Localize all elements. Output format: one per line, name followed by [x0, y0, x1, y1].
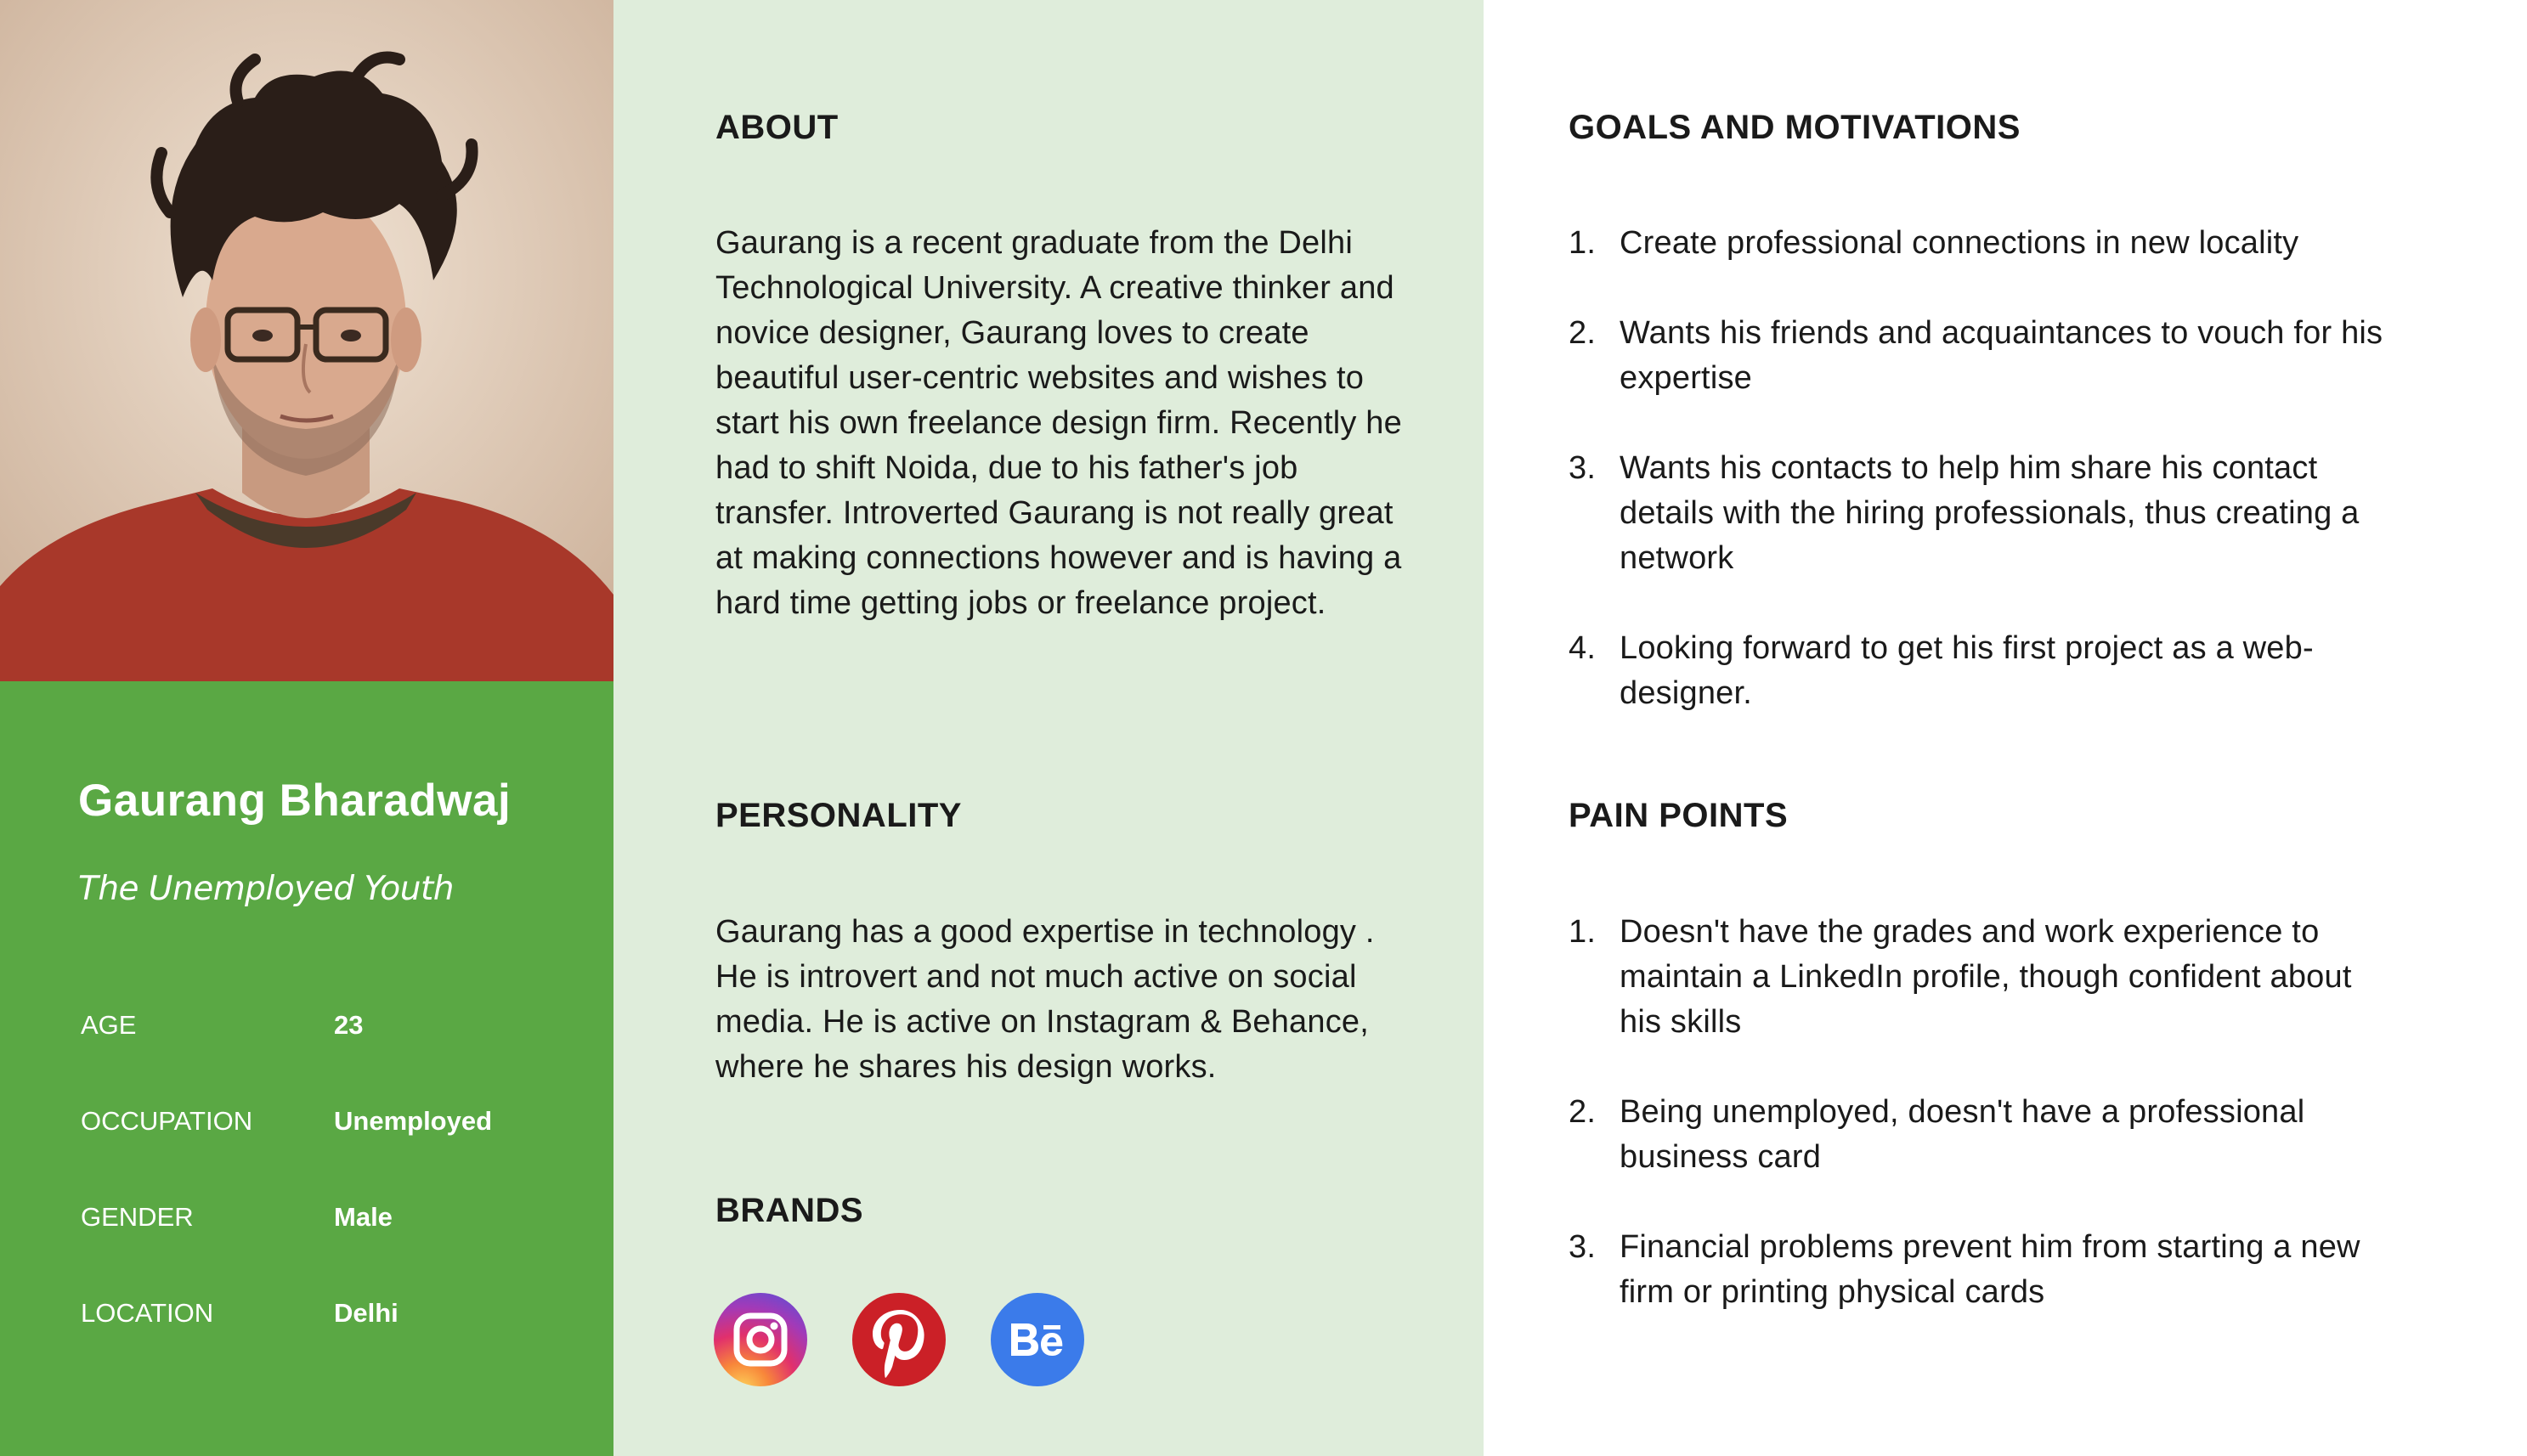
- pinterest-icon[interactable]: [852, 1293, 946, 1386]
- list-item-number: 3.: [1569, 450, 1597, 486]
- location-label: LOCATION: [81, 1298, 214, 1328]
- pain-points-list: 1. Doesn't have the grades and work expe…: [1569, 910, 2384, 1315]
- brands-heading: BRANDS: [715, 1192, 864, 1229]
- persona-sidebar: Gaurang Bharadwaj The Unemployed Youth A…: [0, 0, 613, 1456]
- location-value: Delhi: [334, 1298, 399, 1328]
- goals-heading: GOALS AND MOTIVATIONS: [1569, 109, 2021, 146]
- persona-tagline: The Unemployed Youth: [78, 870, 455, 908]
- gender-label: GENDER: [81, 1202, 194, 1232]
- personality-heading: PERSONALITY: [715, 797, 962, 834]
- list-item-text: Looking forward to get his first project…: [1620, 630, 2314, 711]
- personality-text: Gaurang has a good expertise in technolo…: [715, 914, 1375, 1085]
- age-value: 23: [334, 1010, 364, 1040]
- gender-value: Male: [334, 1202, 393, 1232]
- list-item: 1. Doesn't have the grades and work expe…: [1569, 910, 2384, 1045]
- persona-middle-column: ABOUT Gaurang is a recent graduate from …: [613, 0, 1484, 1456]
- persona-right-column: GOALS AND MOTIVATIONS 1. Create professi…: [1484, 0, 2527, 1456]
- list-item-text: Wants his contacts to help him share his…: [1620, 450, 2360, 576]
- list-item: 1. Create professional connections in ne…: [1569, 221, 2384, 266]
- pain-points-heading: PAIN POINTS: [1569, 797, 1789, 834]
- goals-list: 1. Create professional connections in ne…: [1569, 221, 2384, 716]
- about-text: Gaurang is a recent graduate from the De…: [715, 225, 1402, 621]
- occupation-label: OCCUPATION: [81, 1106, 253, 1136]
- age-label: AGE: [81, 1010, 137, 1040]
- list-item-number: 3.: [1569, 1229, 1597, 1265]
- instagram-icon[interactable]: [714, 1293, 807, 1386]
- behance-icon[interactable]: [991, 1293, 1084, 1386]
- list-item-text: Create professional connections in new l…: [1620, 225, 2299, 261]
- about-heading: ABOUT: [715, 109, 839, 146]
- profile-card: Gaurang Bharadwaj The Unemployed Youth A…: [0, 681, 613, 1456]
- list-item-number: 1.: [1569, 225, 1597, 261]
- portrait-illustration: [0, 0, 613, 681]
- list-item: 3. Financial problems prevent him from s…: [1569, 1225, 2384, 1315]
- list-item-text: Doesn't have the grades and work experie…: [1620, 914, 2352, 1040]
- list-item: 2. Being unemployed, doesn't have a prof…: [1569, 1090, 2384, 1180]
- list-item-text: Being unemployed, doesn't have a profess…: [1620, 1094, 2305, 1175]
- list-item: 3. Wants his contacts to help him share …: [1569, 446, 2384, 581]
- list-item-number: 2.: [1569, 1094, 1597, 1130]
- list-item-number: 4.: [1569, 630, 1597, 666]
- list-item: 4. Looking forward to get his first proj…: [1569, 626, 2384, 716]
- persona-photo: [0, 0, 613, 681]
- list-item-text: Financial problems prevent him from star…: [1620, 1229, 2360, 1310]
- occupation-value: Unemployed: [334, 1106, 493, 1136]
- list-item-number: 1.: [1569, 914, 1597, 950]
- persona-name: Gaurang Bharadwaj: [78, 776, 512, 826]
- list-item-text: Wants his friends and acquaintances to v…: [1620, 315, 2383, 396]
- list-item: 2. Wants his friends and acquaintances t…: [1569, 311, 2384, 401]
- list-item-number: 2.: [1569, 315, 1597, 351]
